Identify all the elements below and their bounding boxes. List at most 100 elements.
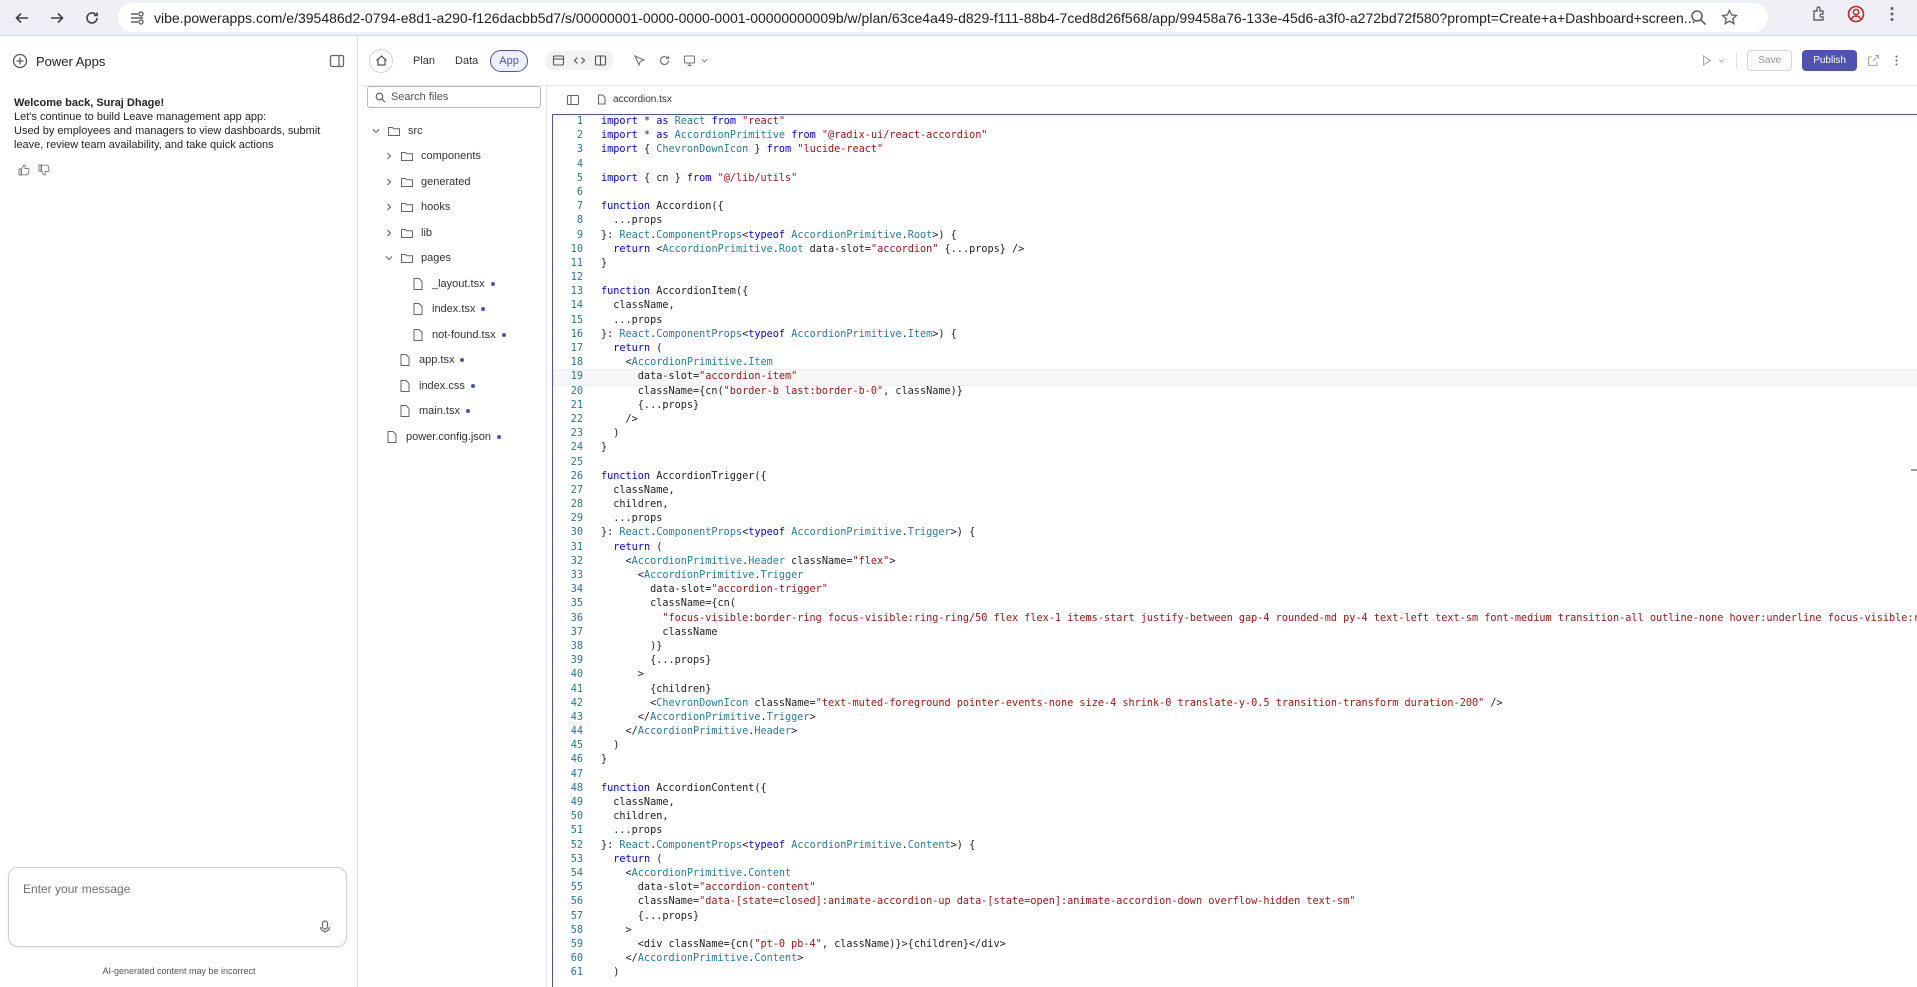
more-menu-icon[interactable] (1883, 5, 1901, 23)
code-line[interactable]: 14 className, (553, 299, 1917, 313)
chevron-right-icon[interactable] (384, 177, 394, 187)
site-info-icon[interactable] (128, 9, 146, 27)
tab-app[interactable]: App (490, 49, 528, 72)
code-line[interactable]: 44 </AccordionPrimitive.Header> (553, 725, 1917, 739)
file-item[interactable]: _layout.tsx (359, 271, 547, 297)
search-files-box[interactable] (367, 86, 541, 108)
folder-item[interactable]: pages (359, 246, 547, 272)
chevron-right-icon[interactable] (384, 202, 394, 212)
forward-button[interactable] (44, 5, 70, 31)
file-item[interactable]: index.css (359, 373, 547, 399)
code-line[interactable]: 13 function AccordionItem({ (553, 285, 1917, 299)
code-line[interactable]: 36 "focus-visible:border-ring focus-visi… (553, 612, 1917, 626)
code-line[interactable]: 61 ) (553, 966, 1917, 980)
thumbs-down-icon[interactable] (38, 164, 50, 176)
open-file-tab[interactable]: accordion.tsx (596, 94, 672, 105)
code-line[interactable]: 58 > (553, 924, 1917, 938)
folder-item[interactable]: src (359, 118, 547, 144)
more-options-icon[interactable] (1890, 54, 1903, 67)
code-line[interactable]: 47 (553, 768, 1917, 782)
code-line[interactable]: 12 (553, 271, 1917, 285)
code-line[interactable]: 18 <AccordionPrimitive.Item (553, 356, 1917, 370)
home-button[interactable] (369, 48, 393, 73)
chevron-right-icon[interactable] (384, 228, 394, 238)
code-line[interactable]: 30}: React.ComponentProps<typeof Accordi… (553, 526, 1917, 540)
code-line[interactable]: 32 <AccordionPrimitive.Header className=… (553, 555, 1917, 569)
code-line[interactable]: 26 function AccordionTrigger({ (553, 470, 1917, 484)
collapse-panel-icon[interactable] (329, 53, 345, 69)
refresh-icon[interactable] (658, 54, 671, 67)
code-line[interactable]: 4 (553, 158, 1917, 172)
code-line[interactable]: 29 ...props (553, 512, 1917, 526)
folder-item[interactable]: lib (359, 220, 547, 246)
code-line[interactable]: 19 data-slot="accordion-item" (553, 369, 1917, 386)
chevron-right-icon[interactable] (384, 151, 394, 161)
code-line[interactable]: 31 return ( (553, 541, 1917, 555)
code-line[interactable]: 53 return ( (553, 853, 1917, 867)
tab-data[interactable]: Data (447, 51, 486, 71)
code-line[interactable]: 54 <AccordionPrimitive.Content (553, 867, 1917, 881)
select-tool-icon[interactable] (633, 54, 646, 67)
file-item[interactable]: not-found.tsx (359, 322, 547, 348)
folder-item[interactable]: hooks (359, 195, 547, 221)
code-line[interactable]: 42 <ChevronDownIcon className="text-mute… (553, 697, 1917, 711)
code-line[interactable]: 50 children, (553, 810, 1917, 824)
address-bar[interactable]: vibe.powerapps.com/e/395486d2-0794-e8d1-… (118, 3, 1768, 32)
code-line[interactable]: 2 import * as AccordionPrimitive from "@r… (553, 129, 1917, 143)
code-line[interactable]: 38 )} (553, 640, 1917, 654)
file-item[interactable]: main.tsx (359, 399, 547, 425)
code-line[interactable]: 35 className={cn( (553, 597, 1917, 611)
file-item[interactable]: power.config.json (359, 424, 547, 450)
folder-item[interactable]: components (359, 144, 547, 170)
reload-button[interactable] (79, 5, 105, 31)
code-line[interactable]: 5 import { cn } from "@/lib/utils" (553, 172, 1917, 186)
code-line[interactable]: 9}: React.ComponentProps<typeof Accordio… (553, 229, 1917, 243)
code-line[interactable]: 60 </AccordionPrimitive.Content> (553, 952, 1917, 966)
profile-avatar-icon[interactable] (1847, 5, 1865, 23)
code-line[interactable]: 20 className={cn("border-b last:border-b… (553, 385, 1917, 399)
code-line[interactable]: 24} (553, 441, 1917, 455)
split-view-icon[interactable] (594, 54, 607, 67)
chat-input-box[interactable] (8, 867, 347, 947)
code-line[interactable]: 41 {children} (553, 683, 1917, 697)
folder-item[interactable]: generated (359, 169, 547, 195)
code-line[interactable]: 37 className (553, 626, 1917, 640)
back-button[interactable] (9, 5, 35, 31)
microphone-icon[interactable] (318, 920, 332, 934)
device-preview-icon[interactable] (683, 54, 696, 67)
chevron-down-icon[interactable] (384, 253, 394, 263)
save-button[interactable]: Save (1747, 50, 1793, 71)
code-line[interactable]: 15 ...props (553, 314, 1917, 328)
code-line[interactable]: 22 /> (553, 413, 1917, 427)
code-line[interactable]: 56 className="data-[state=closed]:animat… (553, 895, 1917, 909)
play-icon[interactable] (1700, 54, 1713, 67)
code-line[interactable]: 6 (553, 186, 1917, 200)
chevron-down-icon[interactable] (371, 126, 381, 136)
code-line[interactable]: 34 data-slot="accordion-trigger" (553, 583, 1917, 597)
code-line[interactable]: 23 ) (553, 427, 1917, 441)
chevron-down-icon[interactable] (1717, 56, 1726, 65)
code-editor[interactable]: 1 import * as React from "react" 2 import *… (552, 114, 1917, 987)
code-line[interactable]: 3 import { ChevronDownIcon } from "lucide… (553, 143, 1917, 157)
code-line[interactable]: 39 {...props} (553, 654, 1917, 668)
code-line[interactable]: 17 return ( (553, 342, 1917, 356)
code-line[interactable]: 7 function Accordion({ (553, 200, 1917, 214)
code-line[interactable]: 11} (553, 257, 1917, 271)
preview-view-icon[interactable] (552, 54, 565, 67)
file-item[interactable]: app.tsx (359, 348, 547, 374)
code-line[interactable]: 27 className, (553, 484, 1917, 498)
code-line[interactable]: 48 function AccordionContent({ (553, 782, 1917, 796)
publish-button[interactable]: Publish (1802, 50, 1857, 71)
code-line[interactable]: 49 className, (553, 796, 1917, 810)
code-line[interactable]: 52}: React.ComponentProps<typeof Accordi… (553, 839, 1917, 853)
zoom-icon[interactable] (1690, 9, 1707, 26)
code-line[interactable]: 25 (553, 456, 1917, 470)
toggle-explorer-icon[interactable] (566, 93, 580, 107)
code-view-icon[interactable] (573, 54, 586, 67)
code-line[interactable]: 28 children, (553, 498, 1917, 512)
code-line[interactable]: 43 </AccordionPrimitive.Trigger> (553, 711, 1917, 725)
code-line[interactable]: 59 <div className={cn("pt-0 pb-4", class… (553, 938, 1917, 952)
code-line[interactable]: 57 {...props} (553, 910, 1917, 924)
extensions-icon[interactable] (1811, 5, 1829, 23)
code-line[interactable]: 8 ...props (553, 214, 1917, 228)
